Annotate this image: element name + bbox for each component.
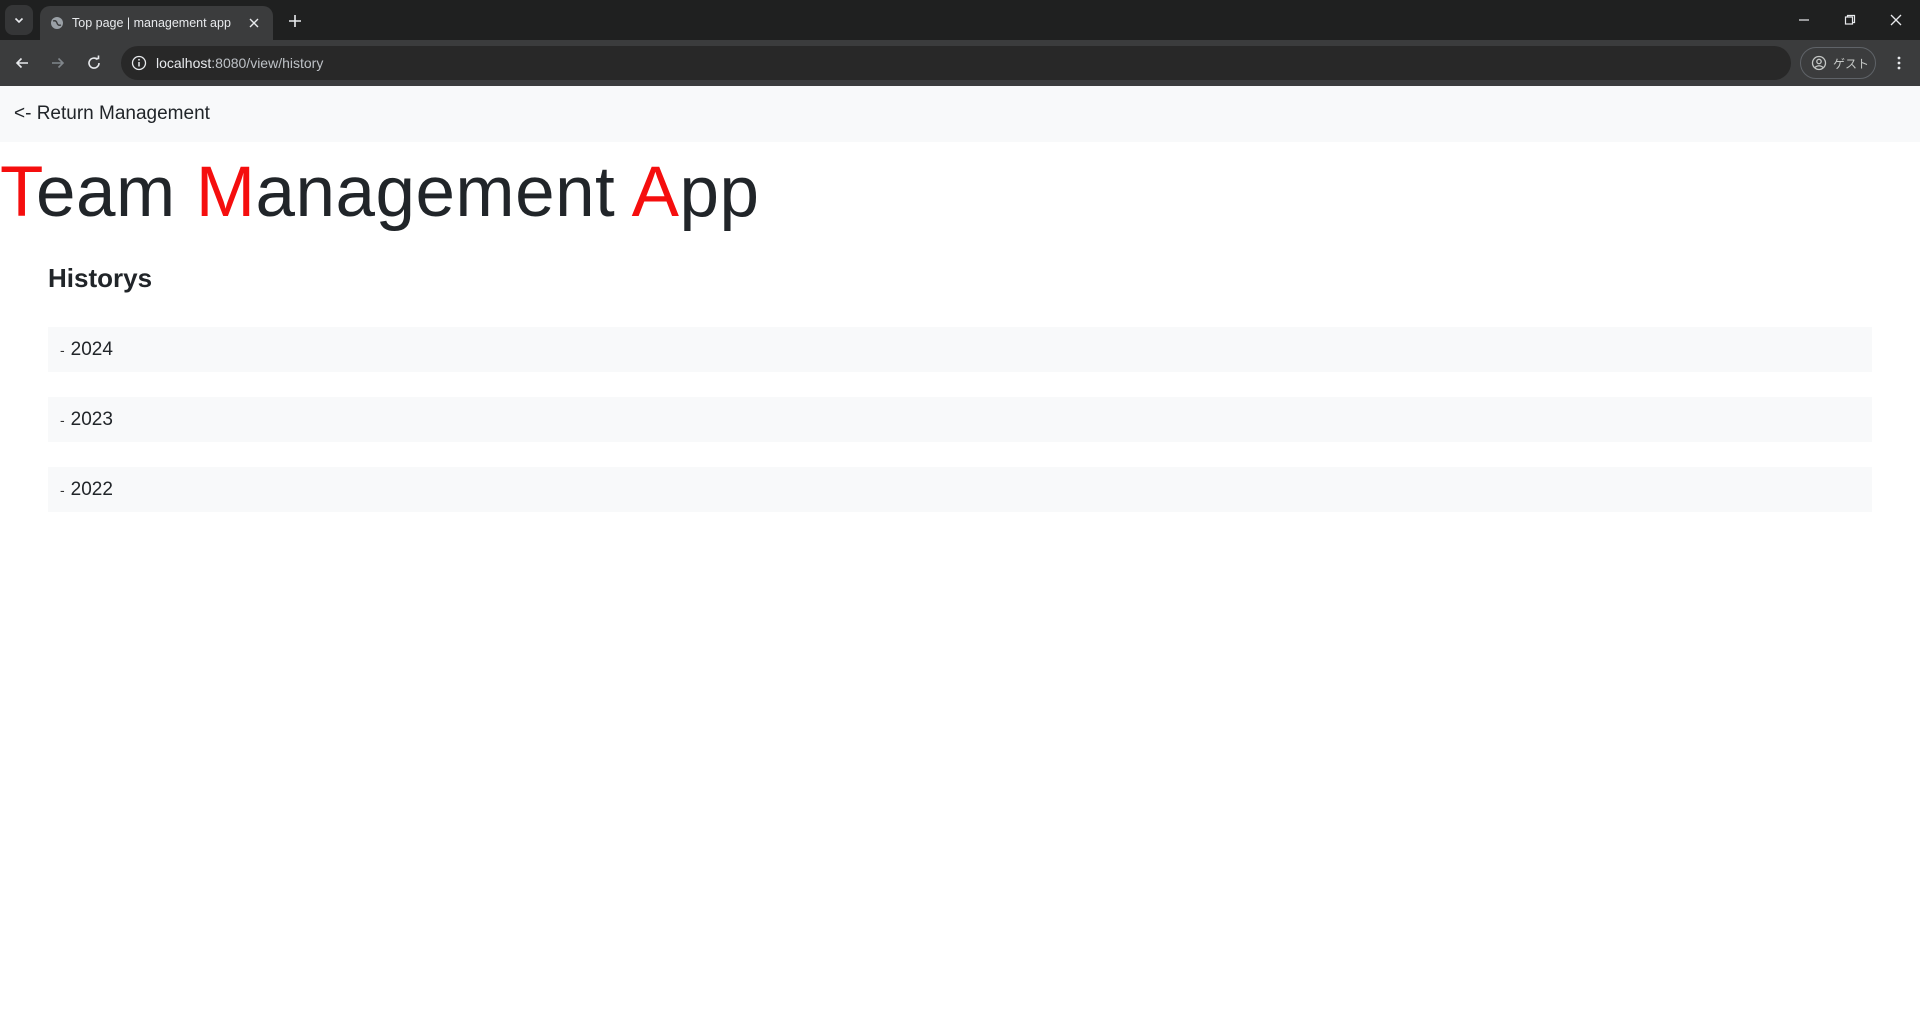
forward-button[interactable] <box>43 48 73 78</box>
browser-tab-strip: Top page | management app <box>0 0 1920 40</box>
tab-search-button[interactable] <box>5 5 33 35</box>
url-path: :8080/view/history <box>211 55 324 71</box>
app-title-text: pp <box>679 153 760 232</box>
url-text: localhost:8080/view/history <box>156 55 323 71</box>
history-item-dash: - <box>60 341 65 358</box>
section-heading: Historys <box>48 263 153 293</box>
history-item-2022[interactable]: - 2022 <box>48 467 1872 512</box>
minimize-icon <box>1799 19 1809 21</box>
minimize-button[interactable] <box>1781 0 1827 40</box>
restore-icon <box>1844 14 1856 25</box>
profile-button[interactable]: ゲスト <box>1800 47 1876 79</box>
tab-close-button[interactable] <box>245 14 263 32</box>
history-item-dash: - <box>60 481 65 498</box>
app-title-text: anagement <box>255 153 632 232</box>
app-title: Team Management App <box>0 153 760 232</box>
app-title-accent-letter: A <box>631 153 680 232</box>
browser-menu-button[interactable] <box>1884 48 1914 78</box>
browser-toolbar: localhost:8080/view/history ゲスト <box>0 40 1920 86</box>
address-bar[interactable]: localhost:8080/view/history <box>121 46 1791 80</box>
history-item-2024[interactable]: - 2024 <box>48 327 1872 372</box>
arrow-left-icon <box>15 57 28 69</box>
history-item-year: 2024 <box>70 338 113 360</box>
close-icon <box>1890 14 1902 26</box>
url-host: localhost <box>156 55 212 71</box>
history-item-year: 2022 <box>70 478 113 500</box>
history-item-2023[interactable]: - 2023 <box>48 397 1872 442</box>
browser-tab[interactable]: Top page | management app <box>40 6 273 40</box>
info-icon[interactable] <box>131 55 147 71</box>
plus-icon <box>289 15 301 27</box>
top-navbar: <- Return Management <box>0 86 1920 142</box>
back-button[interactable] <box>7 48 37 78</box>
reload-button[interactable] <box>79 48 109 78</box>
tab-title: Top page | management app <box>72 16 231 30</box>
close-icon <box>249 18 259 28</box>
window-close-button[interactable] <box>1873 0 1919 40</box>
chevron-down-icon <box>14 17 24 24</box>
account-icon <box>1811 55 1827 71</box>
app-title-text: eam <box>36 153 196 232</box>
page-content: <- Return Management Team Management App… <box>0 86 1920 1032</box>
new-tab-button[interactable] <box>282 8 308 34</box>
reload-icon <box>88 55 100 69</box>
profile-label: ゲスト <box>1833 56 1870 71</box>
history-item-year: 2023 <box>70 408 113 430</box>
more-vertical-icon <box>1897 56 1901 70</box>
restore-button[interactable] <box>1827 0 1873 40</box>
app-title-accent-letter: T <box>0 153 36 232</box>
app-title-accent-letter: M <box>195 153 256 232</box>
history-list: - 2024 - 2023 - 2022 <box>48 327 1872 537</box>
history-item-dash: - <box>60 411 65 428</box>
arrow-right-icon <box>52 57 65 69</box>
return-management-link[interactable]: <- Return Management <box>14 103 210 125</box>
globe-icon <box>51 17 63 29</box>
